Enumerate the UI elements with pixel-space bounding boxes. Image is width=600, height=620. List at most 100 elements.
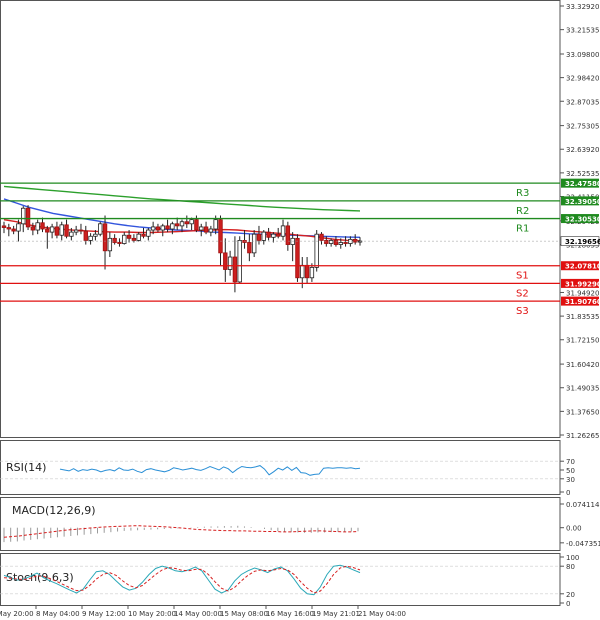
rsi-tick-label: 30 [566, 476, 575, 484]
time-tick-label: 8 May 04:00 [36, 610, 80, 618]
candle-body [285, 225, 291, 245]
price-tick-label: 31.49035 [566, 385, 599, 393]
candle-body [223, 252, 228, 270]
candle-body [170, 223, 175, 230]
candle-body [276, 233, 281, 237]
candle-body [150, 226, 156, 231]
price-tick-label: 31.26265 [566, 432, 599, 440]
candle-body [314, 233, 319, 268]
candle-body [348, 238, 353, 244]
candle-body [338, 242, 343, 245]
candle-body [271, 233, 276, 238]
time-tick-label: 7 May 20:00 [0, 610, 34, 618]
macd-tick-label: 0.074114 [566, 501, 600, 509]
candle-body [83, 230, 88, 241]
candle [25, 205, 31, 231]
candle-body [146, 229, 151, 237]
macd-tick-label: 0.00 [566, 525, 582, 533]
candle-body [49, 226, 55, 233]
candle-body [309, 267, 315, 279]
candle-body [30, 226, 36, 231]
candle-body [165, 225, 170, 230]
candle-body [218, 219, 223, 254]
price-tick-label: 31.94920 [566, 289, 599, 297]
candle-body [59, 224, 64, 236]
candle [98, 221, 103, 237]
candle-body [213, 219, 218, 230]
candle-body [126, 234, 132, 239]
pivot-level-label: R3 [516, 188, 529, 199]
rsi-tick-label: 70 [566, 458, 575, 466]
time-tick-label: 21 May 04:00 [358, 610, 406, 618]
candle-body [194, 219, 199, 231]
price-tag-value: 32.47580 [565, 180, 600, 188]
candle-body [25, 207, 31, 228]
price-tick-label: 32.87035 [566, 98, 599, 106]
pivot-level-label: S1 [516, 271, 529, 282]
candle-body [256, 233, 262, 241]
price-tick-label: 31.83535 [566, 313, 599, 321]
price-tag-value: 31.90760 [565, 298, 600, 306]
time-tick-label: 9 May 12:00 [82, 610, 126, 618]
price-tag-value: 32.39050 [565, 198, 600, 206]
time-tick-label: 16 May 16:00 [266, 610, 314, 618]
pivot-level-label: S2 [516, 288, 529, 299]
candle-body [11, 228, 16, 232]
price-tick-label: 31.60420 [566, 361, 599, 369]
time-tick-label: 19 May 21:01 [312, 610, 360, 618]
rsi-panel [0, 440, 561, 495]
candle-body [290, 237, 295, 245]
candle-body [64, 224, 69, 237]
candle-body [174, 223, 180, 227]
forex-chart: 33.32920 33.21535 33.09800 32.98420 32.87035… [0, 0, 600, 618]
stoch-tick-label: 100 [566, 554, 579, 562]
candle-body [93, 233, 98, 237]
price-tick-label: 32.63920 [566, 146, 599, 154]
candle-body [40, 222, 45, 230]
candle-body [319, 233, 324, 241]
candle-body [88, 235, 93, 241]
candle [237, 236, 242, 285]
candle-body [141, 233, 146, 237]
candle-body [21, 207, 26, 225]
price-tag-value: 32.30530 [565, 216, 600, 224]
candle-body [117, 242, 122, 244]
macd-label: MACD(12,26,9) [12, 504, 96, 517]
candle-body [107, 237, 113, 252]
candle-body [232, 256, 238, 283]
candle-body [203, 226, 209, 233]
candle-body [179, 221, 185, 227]
pivot-level-label: R2 [516, 206, 529, 217]
candle-body [45, 228, 50, 233]
candle-body [136, 233, 141, 241]
rsi-tick-label: 0 [566, 489, 570, 497]
candle-body [112, 237, 117, 243]
candle-body [251, 233, 257, 254]
time-tick-label: 15 May 08:00 [220, 610, 268, 618]
candle-body [199, 226, 204, 231]
pivot-level-label: S3 [516, 306, 529, 317]
macd-tick-label: -0.047351 [566, 540, 600, 548]
candle-body [280, 225, 286, 237]
rsi-label: RSI(14) [6, 461, 46, 474]
time-tick-label: 14 May 00:00 [174, 610, 222, 618]
pivot-level-label: R1 [516, 224, 529, 235]
candle-body [6, 227, 12, 230]
candle [251, 230, 257, 258]
price-tick-label: 33.09800 [566, 51, 599, 59]
candle-body [78, 229, 84, 232]
time-tick-label: 10 May 20:00 [128, 610, 176, 618]
price-tag-value: 31.99290 [565, 280, 600, 288]
candle-body [237, 240, 242, 283]
candle-body [304, 264, 310, 279]
price-tick-label: 33.21535 [566, 27, 599, 35]
candle-body [98, 223, 103, 235]
candle-body [122, 234, 127, 244]
candle-body [160, 225, 165, 231]
candle-body [54, 226, 60, 236]
candle-body [69, 231, 74, 237]
price-tick-label: 32.75305 [566, 123, 599, 131]
candle-body [155, 226, 161, 231]
candle-body [261, 231, 266, 241]
candle-body [35, 222, 40, 231]
